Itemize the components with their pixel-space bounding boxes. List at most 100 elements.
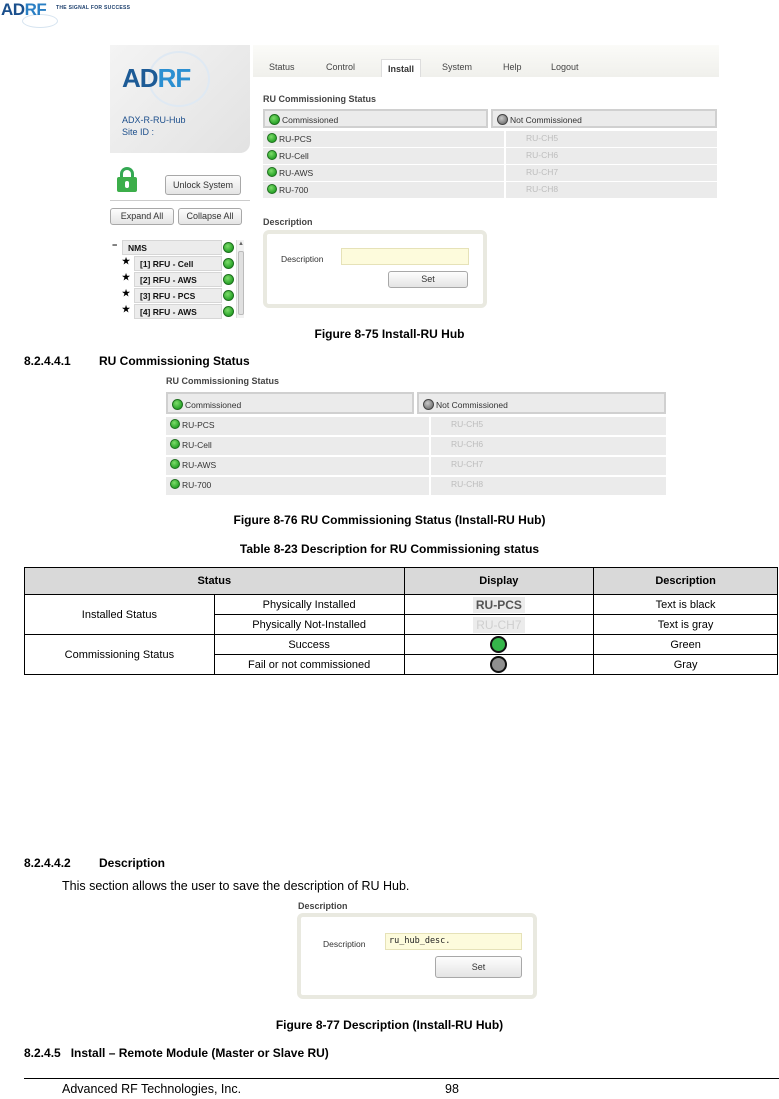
display-cell: RU-PCS (403, 594, 595, 615)
tab-logout[interactable]: Logout (551, 62, 579, 72)
ru-commissioning-title: RU Commissioning Status (166, 376, 280, 386)
header-description: Description (593, 567, 778, 595)
legend-not-commissioned: Not Commissioned (491, 109, 717, 128)
status-led-green-icon (267, 167, 277, 177)
scroll-up-arrow-icon[interactable]: ▲ (238, 241, 244, 247)
main-nav-tabs: Status Control Install System Help Logou… (253, 45, 719, 77)
ru-cell-not-installed: RU-CH6 (506, 148, 717, 164)
commissioning-status-table: Status Display Description Installed Sta… (24, 567, 778, 675)
description-input[interactable] (341, 248, 469, 265)
lock-icon (117, 167, 137, 192)
status-led-green-icon (223, 290, 234, 301)
tab-status[interactable]: Status (269, 62, 295, 72)
description-cell: Gray (593, 654, 778, 675)
status-led-green-icon (267, 150, 277, 160)
status-led-green-icon (490, 636, 508, 653)
unlock-system-button[interactable]: Unlock System (165, 175, 241, 195)
status-led-gray-icon (490, 656, 508, 673)
ru-cell-installed: RU-Cell (263, 148, 504, 164)
page-number: 98 (445, 1082, 459, 1096)
status-cell: Fail or not commissioned (213, 654, 405, 675)
set-button[interactable]: Set (388, 271, 468, 288)
tab-system[interactable]: System (442, 62, 472, 72)
tree-item-label[interactable]: [4] RFU - AWS (134, 304, 222, 319)
status-led-green-icon (223, 242, 234, 253)
ru-cell-not-installed: RU-CH8 (506, 182, 717, 198)
legend-commissioned: Commissioned (166, 392, 414, 414)
status-led-green-icon (223, 274, 234, 285)
ru-cell-not-installed: RU-CH6 (431, 437, 666, 455)
app-logo: ADRF (122, 63, 191, 93)
collapse-all-button[interactable]: Collapse All (178, 208, 242, 225)
device-model-info: ADX-R-RU-Hub Site ID : (122, 114, 186, 138)
description-section-title: Description (263, 217, 313, 227)
display-cell (403, 634, 595, 655)
ru-cell-installed: RU-PCS (166, 417, 429, 435)
ru-cell-not-installed: RU-CH5 (431, 417, 666, 435)
figure-caption: Figure 8-76 RU Commissioning Status (Ins… (233, 513, 546, 527)
scrollbar-thumb[interactable] (238, 251, 244, 315)
ru-cell-installed: RU-Cell (166, 437, 429, 455)
ru-row: RU-PCS RU-CH5 (263, 131, 717, 147)
tree-item[interactable]: ★ [1] RFU - Cell (112, 256, 244, 271)
description-section-title: Description (298, 901, 348, 911)
ru-cell-not-installed: RU-CH5 (506, 131, 717, 147)
status-led-green-icon (223, 258, 234, 269)
star-icon: ★ (122, 272, 131, 282)
tab-help[interactable]: Help (503, 62, 522, 72)
ru-row: RU-AWS RU-CH7 (263, 165, 717, 181)
tree-item[interactable]: ★ [2] RFU - AWS (112, 272, 244, 287)
table-header-row: Status Display Description (24, 567, 778, 595)
ru-row: RU-Cell RU-CH6 (263, 148, 717, 164)
legend-not-commissioned: Not Commissioned (417, 392, 666, 414)
ru-commissioning-panel: RU Commissioning Status Commissioned Not… (166, 376, 666, 495)
status-led-green-icon (170, 479, 180, 489)
status-cell: Success (213, 634, 405, 655)
status-led-gray-icon (423, 399, 434, 410)
tab-control[interactable]: Control (326, 62, 355, 72)
ru-cell-installed: RU-AWS (263, 165, 504, 181)
status-led-green-icon (172, 399, 183, 410)
tree-item-label[interactable]: [1] RFU - Cell (134, 256, 222, 271)
display-cell (403, 654, 595, 675)
ru-cell-not-installed: RU-CH7 (506, 165, 717, 181)
ru-row: RU-Cell RU-CH6 (166, 437, 666, 455)
tree-item-nms[interactable]: − NMS (112, 240, 244, 255)
ru-row: RU-700 RU-CH8 (166, 477, 666, 495)
ru-row: RU-AWS RU-CH7 (166, 457, 666, 475)
ru-commissioning-panel: RU Commissioning Status Commissioned Not… (263, 94, 717, 200)
tree-item-label[interactable]: NMS (122, 240, 222, 255)
figure-caption: Figure 8-77 Description (Install-RU Hub) (275, 1018, 504, 1032)
description-cell: Text is gray (593, 614, 778, 635)
tree-item-label[interactable]: [2] RFU - AWS (134, 272, 222, 287)
expand-all-button[interactable]: Expand All (110, 208, 174, 225)
description-input[interactable]: ru_hub_desc. (385, 933, 522, 950)
star-icon: ★ (122, 288, 131, 298)
status-led-green-icon (223, 306, 234, 317)
collapse-icon[interactable]: − (112, 240, 117, 250)
ru-cell-installed: RU-PCS (263, 131, 504, 147)
logo-tagline: THE SIGNAL FOR SUCCESS (56, 5, 131, 11)
tree-scrollbar[interactable]: ▲ (236, 240, 244, 318)
tab-install[interactable]: Install (381, 59, 422, 77)
display-cell: RU-CH7 (403, 614, 595, 635)
star-icon: ★ (122, 304, 131, 314)
legend-commissioned: Commissioned (263, 109, 488, 128)
tree-item[interactable]: ★ [4] RFU - AWS (112, 304, 244, 319)
group-cell: Installed Status (24, 594, 215, 635)
divider (110, 200, 250, 201)
status-cell: Physically Installed (213, 594, 405, 615)
table-caption: Table 8-23 Description for RU Commission… (239, 542, 540, 556)
star-icon: ★ (122, 256, 131, 266)
tree-item[interactable]: ★ [3] RFU - PCS (112, 288, 244, 303)
description-cell: Text is black (593, 594, 778, 615)
status-led-green-icon (267, 133, 277, 143)
status-cell: Physically Not-Installed (213, 614, 405, 635)
install-ru-hub-screenshot: ADRF ADX-R-RU-Hub Site ID : Status Contr… (107, 42, 719, 319)
status-led-green-icon (170, 459, 180, 469)
site-id-label: Site ID : (122, 127, 155, 137)
figure-caption: Figure 8-75 Install-RU Hub (314, 327, 465, 341)
status-led-green-icon (269, 114, 280, 125)
tree-item-label[interactable]: [3] RFU - PCS (134, 288, 222, 303)
set-button[interactable]: Set (435, 956, 522, 978)
